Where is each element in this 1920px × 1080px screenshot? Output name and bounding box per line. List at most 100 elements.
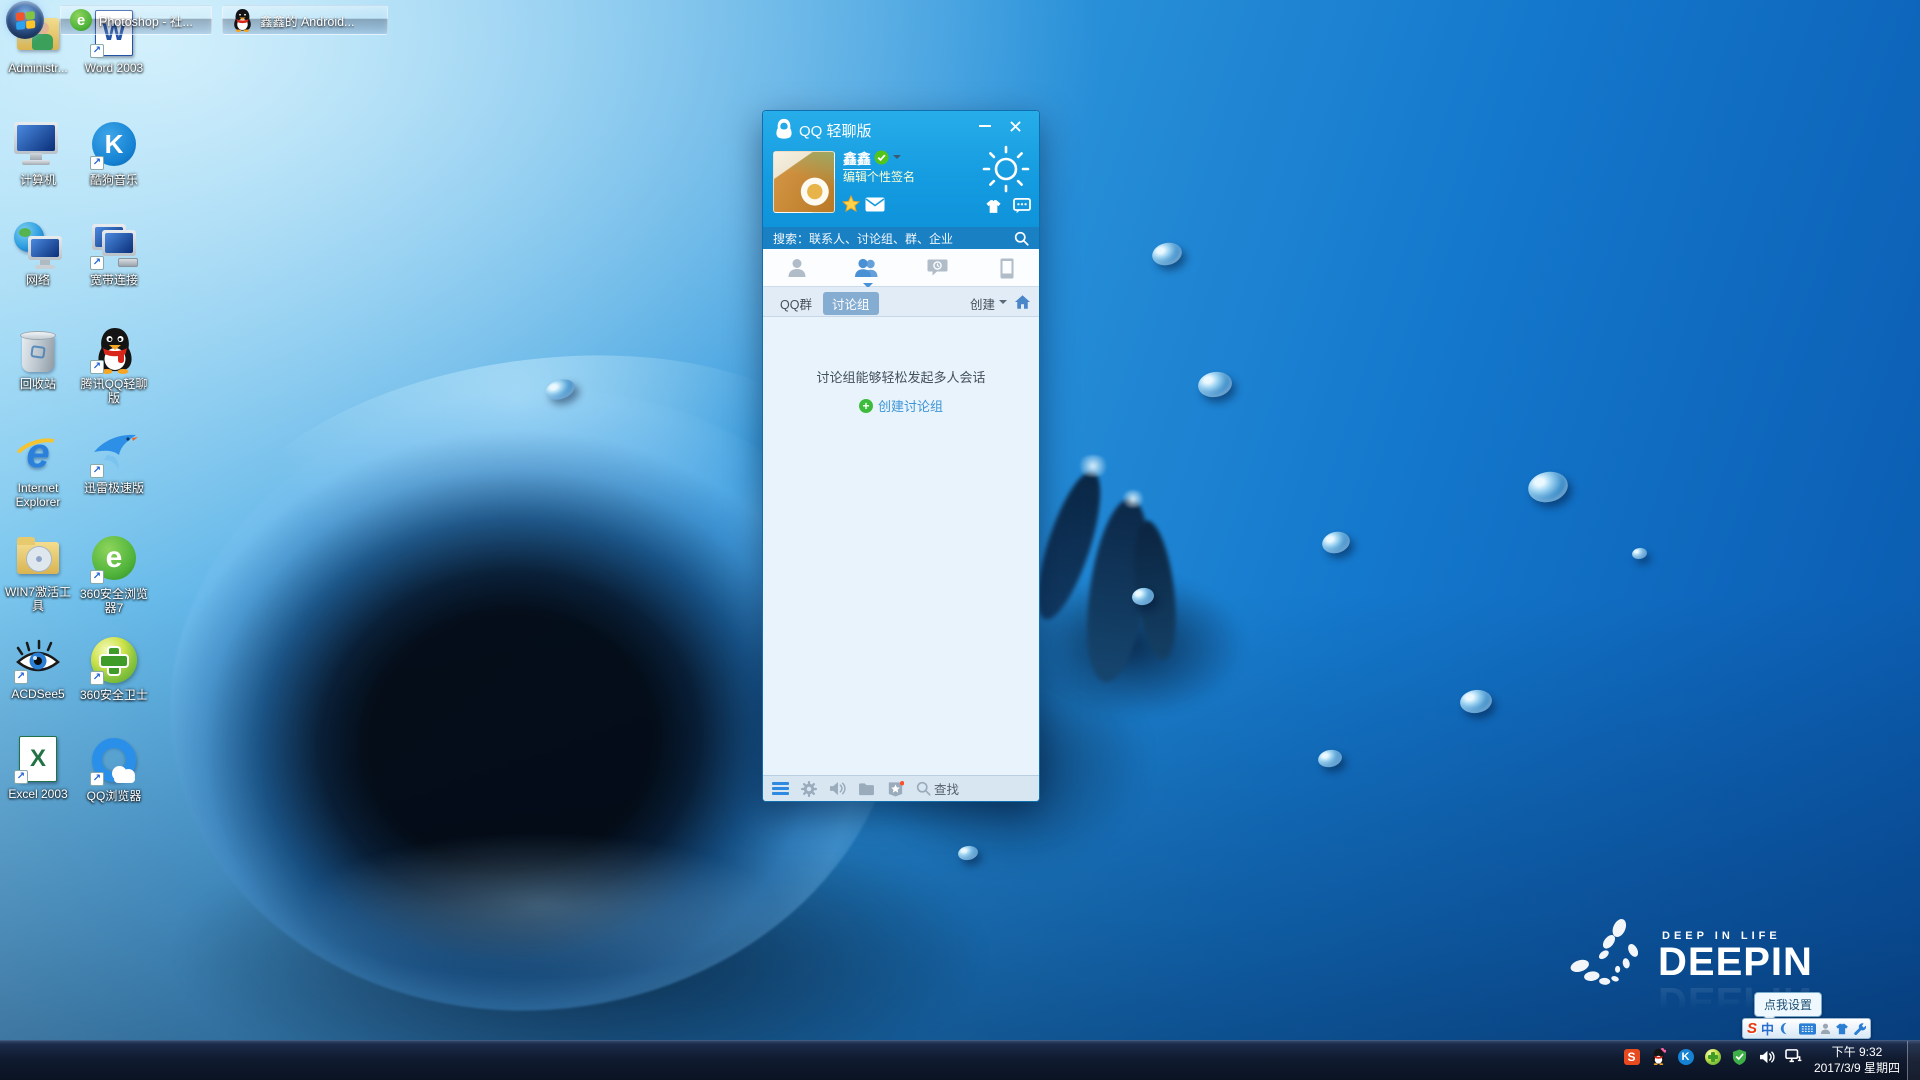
shortcut-arrow-icon: ↗ — [90, 464, 104, 478]
create-dropdown-icon[interactable] — [999, 300, 1007, 308]
find-button[interactable]: 查找 — [916, 779, 959, 798]
minimize-button[interactable] — [973, 115, 997, 137]
sogou-tray-icon[interactable]: S — [1623, 1048, 1640, 1065]
settings-wrench-icon[interactable] — [1853, 1020, 1866, 1037]
qq-penguin-title-icon — [774, 118, 794, 140]
chat-bubble-clock-icon — [927, 258, 948, 278]
icon-label: ACDSee5 — [0, 687, 76, 701]
window-title: QQ 轻聊版 — [799, 120, 872, 141]
discussion-empty-state: 讨论组能够轻松发起多人会话 + 创建讨论组 — [763, 317, 1039, 777]
subtab-discussion-active[interactable]: 讨论组 — [823, 292, 879, 315]
task-label: Photoshop - 社... — [99, 11, 193, 30]
tab-mobile[interactable] — [979, 249, 1035, 287]
recycle-bin-icon — [14, 326, 62, 374]
system-tray: S K — [1623, 1048, 1802, 1065]
shortcut-arrow-icon: ↗ — [90, 360, 104, 374]
360-safe-tray-icon[interactable] — [1704, 1048, 1721, 1065]
qq-girl-tray-icon[interactable] — [1650, 1048, 1667, 1065]
desktop-icon-broadband[interactable]: ↗ 宽带连接 — [76, 222, 152, 287]
ime-language-bar: S 中 — [1742, 1018, 1871, 1039]
desktop-icon-thunder[interactable]: ↗ 迅雷极速版 — [76, 430, 152, 495]
show-desktop-button[interactable] — [1907, 1041, 1920, 1080]
fullhalf-moon-icon[interactable] — [1778, 1020, 1791, 1037]
soft-keyboard-icon[interactable] — [1799, 1020, 1816, 1037]
status-dropdown-icon[interactable] — [893, 155, 901, 163]
close-button[interactable] — [1003, 115, 1027, 137]
avatar[interactable] — [773, 151, 835, 213]
favorites-button[interactable] — [887, 781, 904, 797]
ime-tooltip[interactable]: 点我设置 — [1754, 992, 1822, 1017]
sogou-logo-icon[interactable]: S — [1747, 1020, 1757, 1037]
desktop-icon-acdsee5[interactable]: ↗ ACDSee5 — [0, 636, 76, 701]
volume-tray-icon[interactable] — [1758, 1048, 1775, 1065]
taskbar-item-qq-chat[interactable]: 鑫鑫的 Android... — [222, 5, 388, 35]
create-menu[interactable]: 创建 — [970, 294, 995, 313]
sound-button[interactable] — [829, 781, 846, 796]
main-menu-button[interactable] — [772, 782, 789, 795]
qq-bottom-toolbar: 查找 — [763, 775, 1039, 801]
subtab-qq-group[interactable]: QQ群 — [780, 294, 812, 313]
360-safe-icon: ↗ — [90, 637, 138, 685]
icon-label: WIN7激活工具 — [0, 585, 76, 613]
icon-label: 迅雷极速版 — [76, 481, 152, 495]
online-status-icon[interactable] — [874, 150, 889, 165]
chinese-mode-icon[interactable]: 中 — [1761, 1020, 1774, 1037]
desktop-icon-360-safe[interactable]: ↗ 360安全卫士 — [76, 636, 152, 702]
tab-contacts[interactable] — [769, 249, 825, 287]
desktop-icon-computer[interactable]: 计算机 — [0, 120, 76, 187]
files-button[interactable] — [858, 782, 875, 796]
taskbar-item-photoshop[interactable]: e Photoshop - 社... — [60, 5, 212, 35]
folder-disc-icon — [14, 534, 62, 582]
kugou-tray-icon[interactable]: K — [1677, 1048, 1694, 1065]
signature-edit[interactable]: 编辑个性签名 — [843, 168, 915, 185]
desktop-icon-recycle-bin[interactable]: 回收站 — [0, 326, 76, 391]
groups-people-icon — [854, 258, 880, 278]
desktop-icon-win7-activator[interactable]: WIN7激活工具 — [0, 534, 76, 613]
icon-label: 360安全浏览器7 — [76, 587, 152, 615]
qq-browser-icon: ↗ — [90, 738, 138, 786]
360-browser-icon: e — [70, 9, 92, 31]
hamburger-menu-icon — [772, 782, 789, 795]
desktop-icon-qq-browser[interactable]: ↗ QQ浏览器 — [76, 736, 152, 803]
task-label: 鑫鑫的 Android... — [260, 11, 354, 30]
icon-label: Word 2003 — [76, 61, 152, 75]
shortcut-arrow-icon: ↗ — [14, 770, 28, 784]
desktop-icon-qq-light[interactable]: ↗ 腾讯QQ轻聊版 — [76, 326, 152, 405]
create-discussion-link[interactable]: + 创建讨论组 — [859, 396, 943, 415]
tab-conversations[interactable] — [909, 249, 965, 287]
shield-tray-icon[interactable] — [1731, 1048, 1748, 1065]
skin-shirt-icon[interactable] — [1835, 1020, 1849, 1037]
contact-person-icon — [786, 258, 808, 278]
tab-groups[interactable] — [839, 249, 895, 287]
mail-icon[interactable] — [865, 197, 885, 212]
desktop-icon-kugou-music[interactable]: K ↗ 酷狗音乐 — [76, 120, 152, 187]
desktop-icon-internet-explorer[interactable]: e Internet Explorer — [0, 430, 76, 509]
home-icon[interactable] — [1015, 295, 1030, 309]
network-tray-icon[interactable] — [1785, 1048, 1802, 1065]
shortcut-arrow-icon: ↗ — [90, 156, 104, 170]
360-browser-icon: e ↗ — [90, 536, 138, 584]
qzone-feed-icon[interactable] — [1013, 198, 1031, 214]
nickname[interactable]: 鑫鑫 — [843, 149, 871, 170]
user-dict-icon[interactable] — [1820, 1020, 1831, 1037]
desktop-icon-360-browser[interactable]: e ↗ 360安全浏览器7 — [76, 534, 152, 615]
desktop-icon-network[interactable]: 网络 — [0, 222, 76, 287]
icon-label: 腾讯QQ轻聊版 — [76, 377, 152, 405]
desktop-icon-excel-2003[interactable]: X ↗ Excel 2003 — [0, 736, 76, 801]
date: 2017/3/9 星期四 — [1814, 1060, 1900, 1076]
plus-icon: + — [859, 399, 873, 413]
broadband-icon: ↗ — [90, 222, 138, 270]
qq-light-window: QQ 轻聊版 鑫鑫 编辑个性签名 — [762, 110, 1040, 802]
search-icon[interactable] — [1014, 231, 1029, 246]
start-button[interactable] — [6, 1, 44, 39]
taskbar-clock[interactable]: 下午 9:32 2017/3/9 星期四 — [1814, 1044, 1900, 1076]
dressup-shirt-icon[interactable] — [985, 199, 1002, 214]
search-placeholder: 搜索：联系人、讨论组、群、企业 — [773, 230, 953, 247]
time: 下午 9:32 — [1814, 1044, 1900, 1060]
vip-star-icon[interactable] — [842, 195, 860, 213]
settings-button[interactable] — [801, 781, 817, 797]
shortcut-arrow-icon: ↗ — [90, 772, 104, 786]
search-bar[interactable]: 搜索：联系人、讨论组、群、企业 — [763, 227, 1039, 249]
icon-label: Internet Explorer — [0, 481, 76, 509]
weather-sun-icon[interactable] — [978, 141, 1034, 197]
